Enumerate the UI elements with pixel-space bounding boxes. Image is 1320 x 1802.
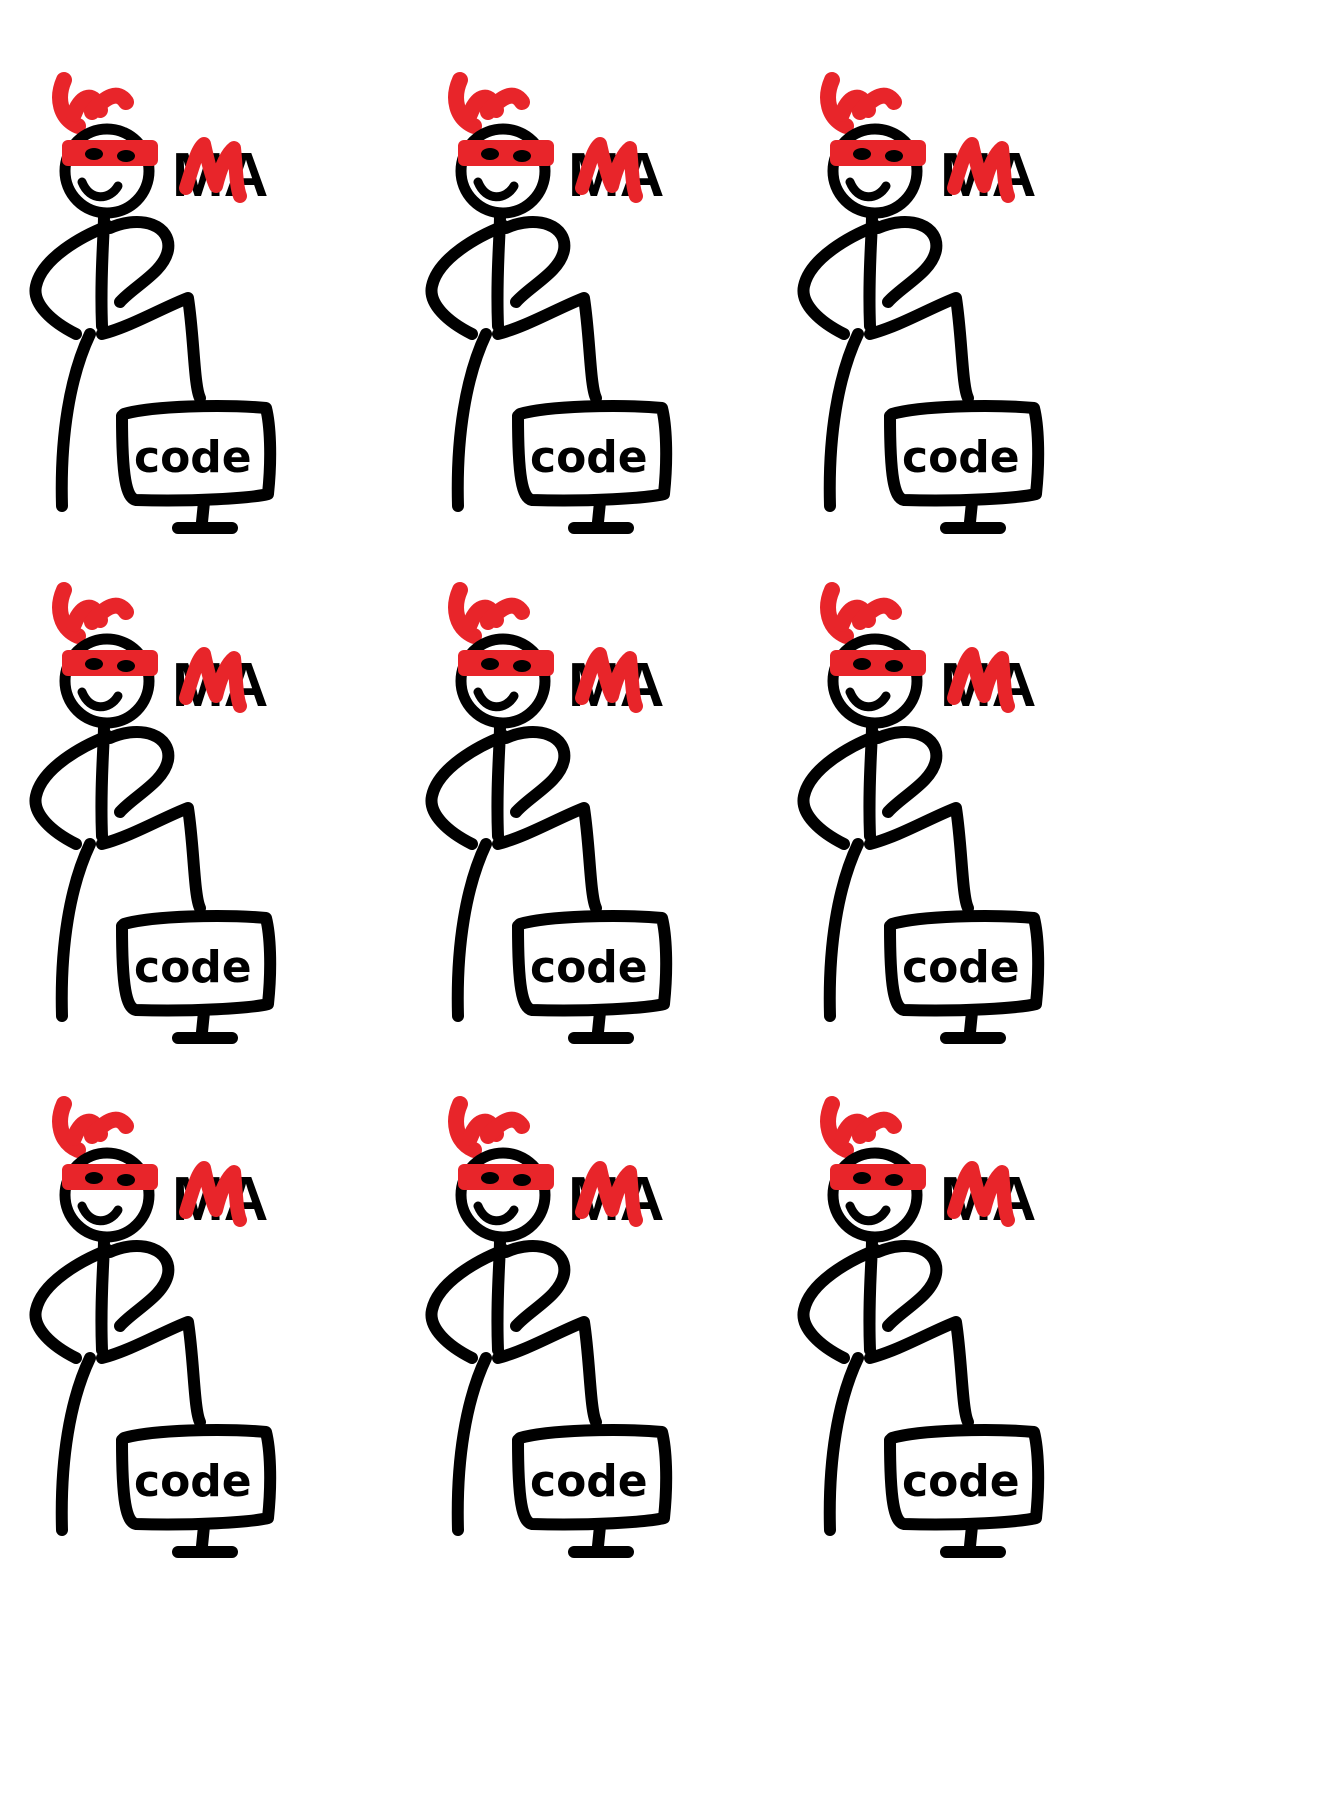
- ninja-coder-stick-figure-icon: code MA: [797, 1096, 1045, 1558]
- ninja-coder-stick-figure-icon: code MA: [797, 582, 1045, 1044]
- ninja-coder-stick-figure-icon: code MA: [425, 72, 673, 534]
- ninja-coder-stick-figure-icon: code MA: [29, 1096, 277, 1558]
- logo-tile-9: code MA: [790, 1060, 1130, 1580]
- logo-tile-3: code MA: [790, 36, 1130, 556]
- ninja-coder-stick-figure-icon: code MA: [797, 72, 1045, 534]
- ninja-coder-stick-figure-icon: code MA: [425, 1096, 673, 1558]
- screen-word: code: [134, 432, 252, 483]
- logo-tile-7: code MA: [22, 1060, 362, 1580]
- logo-grid: code MA code MA code MA code MA code MA …: [0, 0, 1320, 1802]
- logo-tile-5: code MA: [418, 546, 758, 1066]
- screen-word: code: [530, 1456, 648, 1507]
- screen-word: code: [134, 942, 252, 993]
- ninja-coder-stick-figure-icon: code MA: [29, 582, 277, 1044]
- screen-word: code: [902, 432, 1020, 483]
- screen-word: code: [530, 942, 648, 993]
- screen-word: code: [530, 432, 648, 483]
- logo-tile-2: code MA: [418, 36, 758, 556]
- logo-tile-8: code MA: [418, 1060, 758, 1580]
- screen-word: code: [134, 1456, 252, 1507]
- screen-word: code: [902, 1456, 1020, 1507]
- ninja-coder-stick-figure-icon: code MA: [425, 582, 673, 1044]
- logo-tile-4: code MA: [22, 546, 362, 1066]
- screen-word: code: [902, 942, 1020, 993]
- logo-tile-1: code MA: [22, 36, 362, 556]
- ninja-coder-stick-figure-icon: code MA: [29, 72, 277, 534]
- logo-tile-6: code MA: [790, 546, 1130, 1066]
